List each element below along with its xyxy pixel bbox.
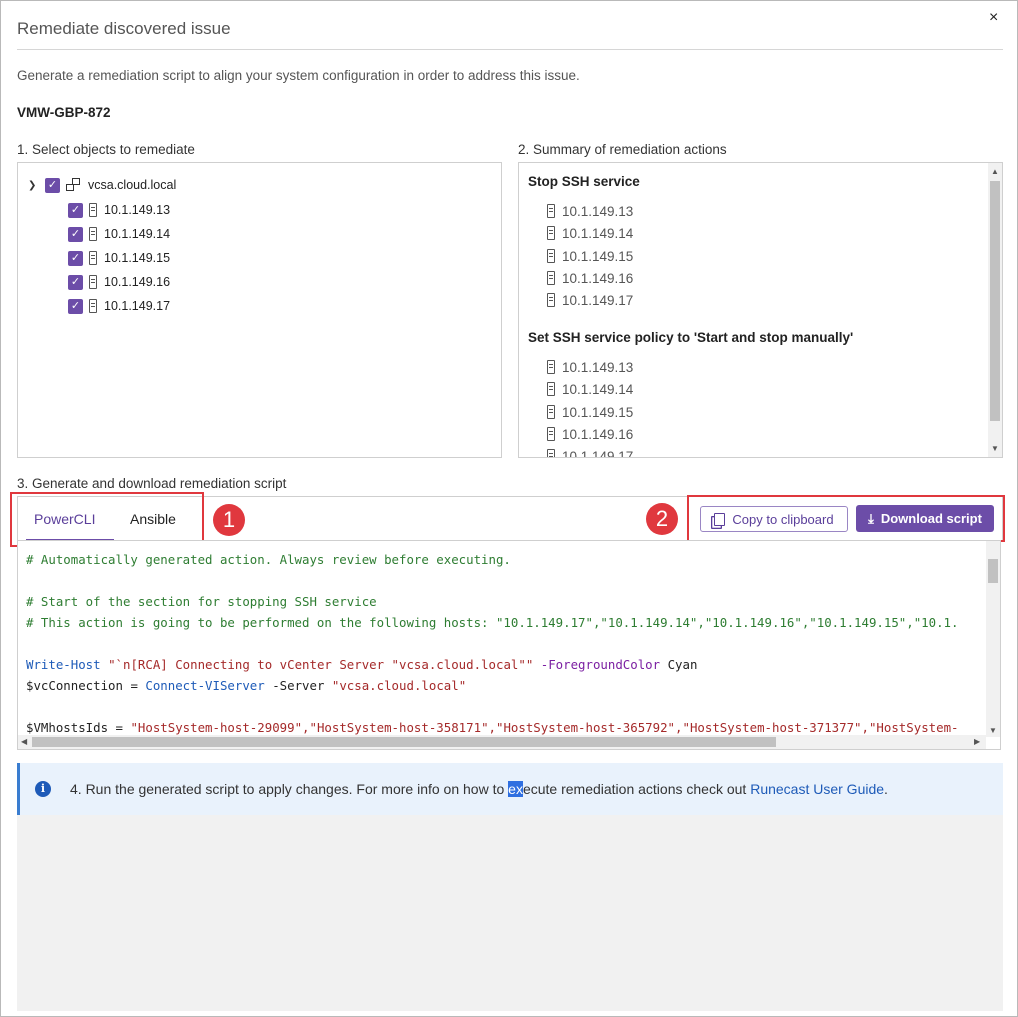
code-line: # This action is going to be performed o… <box>26 615 959 630</box>
summary-host: 10.1.149.13 <box>547 357 633 377</box>
server-icon <box>547 382 555 396</box>
server-icon <box>547 427 555 441</box>
scroll-right-icon[interactable]: ▶ <box>974 737 980 746</box>
code-line: # Start of the section for stopping SSH … <box>26 594 377 609</box>
host-checkbox[interactable]: ✓ <box>68 298 83 314</box>
server-icon <box>89 299 97 313</box>
summary-heading: Set SSH service policy to 'Start and sto… <box>528 330 854 345</box>
server-icon <box>547 293 555 307</box>
summary-host: 10.1.149.14 <box>547 379 633 399</box>
code-line: # Automatically generated action. Always… <box>26 552 511 567</box>
summary-host: 10.1.149.13 <box>547 201 633 221</box>
server-icon <box>547 204 555 218</box>
summary-panel: Stop SSH service 10.1.149.13 10.1.149.14… <box>518 162 1003 458</box>
tree-host-row[interactable]: ✓ 10.1.149.16 <box>68 272 170 292</box>
host-label: 10.1.149.16 <box>104 275 171 289</box>
dialog-title: Remediate discovered issue <box>17 19 231 38</box>
tree-host-row[interactable]: ✓ 10.1.149.15 <box>68 248 170 268</box>
scroll-down-icon[interactable]: ▼ <box>991 444 999 453</box>
summary-host: 10.1.149.16 <box>547 424 633 444</box>
callout-badge-1: 1 <box>213 504 245 536</box>
summary-host: 10.1.149.17 <box>547 290 633 310</box>
summary-heading: Stop SSH service <box>528 174 640 189</box>
title-divider <box>17 49 1003 50</box>
summary-host: 10.1.149.15 <box>547 402 633 422</box>
dialog-description: Generate a remediation script to align y… <box>17 68 580 83</box>
tree-host-row[interactable]: ✓ 10.1.149.14 <box>68 224 170 244</box>
host-checkbox[interactable]: ✓ <box>68 250 83 266</box>
callout-box-buttons <box>687 495 1005 542</box>
host-checkbox[interactable]: ✓ <box>68 226 83 242</box>
server-icon <box>547 249 555 263</box>
info-icon: i <box>35 781 51 797</box>
summary-section-label: 2. Summary of remediation actions <box>518 142 727 157</box>
summary-scroll-thumb[interactable] <box>990 181 1000 421</box>
server-icon <box>89 227 97 241</box>
info-banner: i 4. Run the generated script to apply c… <box>17 763 1003 815</box>
close-icon[interactable]: × <box>989 9 998 27</box>
code-horizontal-scrollbar[interactable]: ◀ ▶ <box>18 735 986 749</box>
host-checkbox[interactable]: ✓ <box>68 202 83 218</box>
server-icon <box>547 360 555 374</box>
tree-host-row[interactable]: ✓ 10.1.149.17 <box>68 296 170 316</box>
tree-host-row[interactable]: ✓ 10.1.149.13 <box>68 200 170 220</box>
vcenter-icon <box>66 178 82 192</box>
host-label: 10.1.149.14 <box>104 227 171 241</box>
server-icon <box>547 226 555 240</box>
server-icon <box>547 405 555 419</box>
server-icon <box>547 449 555 457</box>
host-label: 10.1.149.13 <box>104 203 171 217</box>
objects-tree-panel: ❯ ✓ vcsa.cloud.local ✓ 10.1.149.13 ✓ 10.… <box>17 162 502 458</box>
remediate-dialog: Remediate discovered issue × Generate a … <box>0 0 1018 1017</box>
code-line: Write-Host "`n[RCA] Connecting to vCente… <box>26 657 698 672</box>
code-line: $vcConnection = Connect-VIServer -Server… <box>26 678 467 693</box>
chevron-down-icon[interactable]: ❯ <box>28 180 42 191</box>
server-icon <box>547 271 555 285</box>
script-section-label: 3. Generate and download remediation scr… <box>17 476 287 491</box>
code-hscroll-thumb[interactable] <box>32 737 776 747</box>
code-vscroll-thumb[interactable] <box>988 559 998 583</box>
info-text: 4. Run the generated script to apply cha… <box>70 781 888 797</box>
summary-scrollbar[interactable]: ▲ ▼ <box>988 163 1002 457</box>
summary-host: 10.1.149.15 <box>547 246 633 266</box>
objects-section-label: 1. Select objects to remediate <box>17 142 195 157</box>
script-code-view[interactable]: # Automatically generated action. Always… <box>17 540 1001 750</box>
server-icon <box>89 251 97 265</box>
summary-host: 10.1.149.14 <box>547 223 633 243</box>
user-guide-link[interactable]: Runecast User Guide <box>750 781 884 797</box>
callout-box-tabs <box>10 492 204 547</box>
summary-host: 10.1.149.16 <box>547 268 633 288</box>
root-checkbox[interactable]: ✓ <box>45 177 60 193</box>
summary-host: 10.1.149.17 <box>547 446 633 457</box>
code-line: $VMhostsIds = "HostSystem-host-29099","H… <box>26 720 959 735</box>
issue-id: VMW-GBP-872 <box>17 105 111 120</box>
host-label: 10.1.149.15 <box>104 251 171 265</box>
tree-root-row[interactable]: ❯ ✓ vcsa.cloud.local <box>28 175 176 195</box>
tree-root-label: vcsa.cloud.local <box>88 178 177 192</box>
host-label: 10.1.149.17 <box>104 299 171 313</box>
server-icon <box>89 275 97 289</box>
scroll-left-icon[interactable]: ◀ <box>21 737 27 746</box>
scroll-down-icon[interactable]: ▼ <box>989 726 997 735</box>
callout-badge-2: 2 <box>646 503 678 535</box>
host-checkbox[interactable]: ✓ <box>68 274 83 290</box>
scroll-up-icon[interactable]: ▲ <box>991 167 999 176</box>
empty-footer-area <box>17 815 1003 1011</box>
code-vertical-scrollbar[interactable]: ▼ <box>986 541 1000 737</box>
server-icon <box>89 203 97 217</box>
